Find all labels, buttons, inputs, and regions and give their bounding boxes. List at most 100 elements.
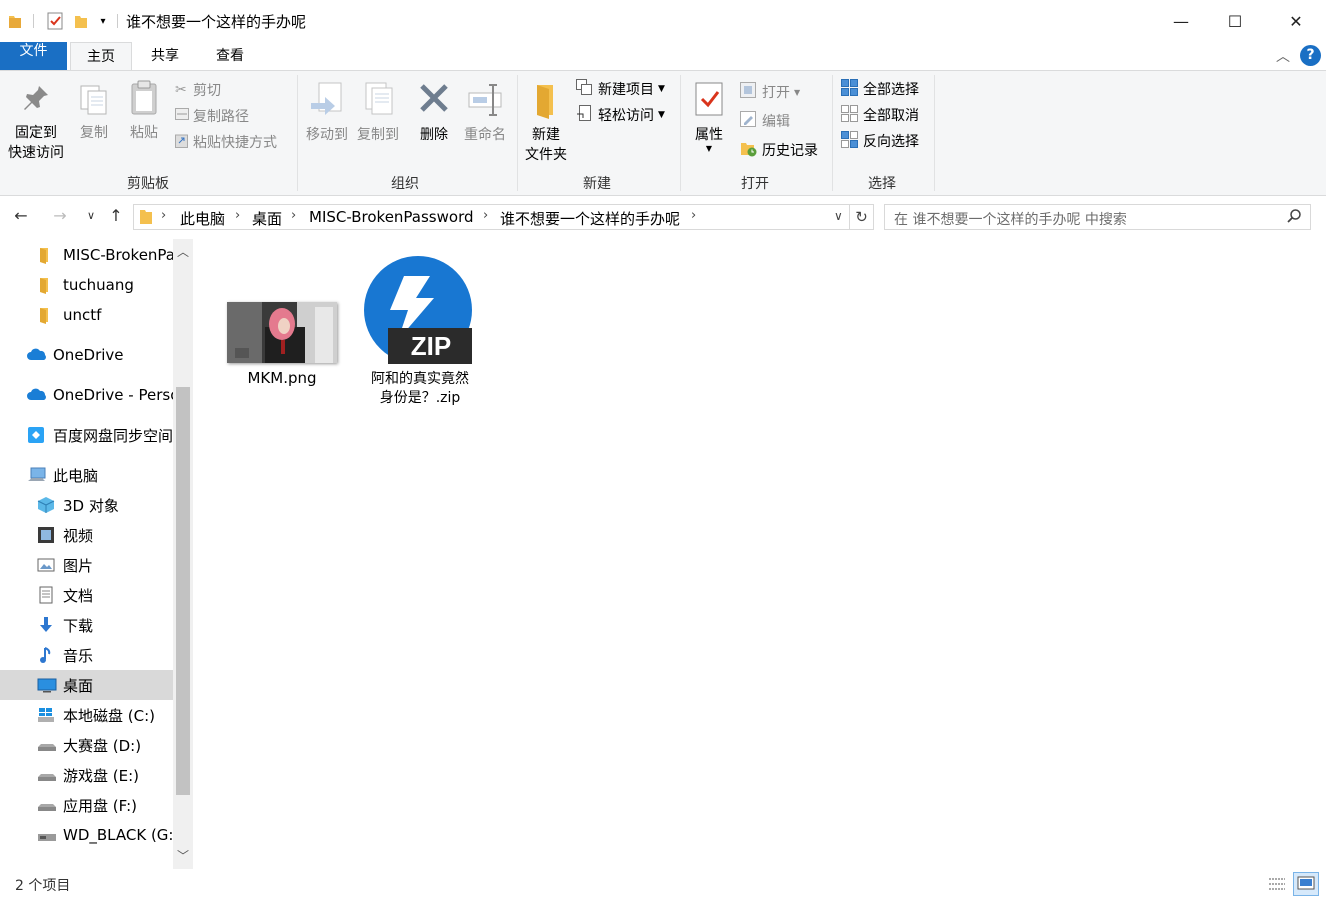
nav-item-drive-e[interactable]: 游戏盘 (E:) xyxy=(0,760,173,790)
properties-icon xyxy=(695,82,723,116)
videos-icon xyxy=(37,526,55,544)
edit-button[interactable]: 编辑 xyxy=(740,110,790,132)
tab-view[interactable]: 查看 xyxy=(200,42,260,70)
delete-button[interactable]: 删除 xyxy=(413,81,455,145)
forward-button[interactable]: → xyxy=(49,205,71,227)
up-button[interactable]: ↑ xyxy=(105,205,127,227)
recent-locations-button[interactable]: ∨ xyxy=(80,205,102,227)
nav-item-tuchuang[interactable]: tuchuang xyxy=(0,270,173,300)
paste-shortcut-button[interactable]: 粘贴快捷方式 xyxy=(175,131,277,153)
new-item-button[interactable]: 新建项目 ▼ xyxy=(576,78,665,100)
tab-share[interactable]: 共享 xyxy=(136,42,194,70)
history-button[interactable]: 历史记录 xyxy=(740,139,818,161)
copy-to-button[interactable]: 复制到 xyxy=(353,81,403,145)
open-icon xyxy=(740,82,762,102)
nav-label: OneDrive xyxy=(53,346,124,364)
nav-item-baidu-netdisk[interactable]: 百度网盘同步空间 xyxy=(0,420,173,450)
paste-button[interactable]: 粘贴 xyxy=(123,79,165,143)
refresh-button[interactable]: ↻ xyxy=(849,204,874,230)
rename-label: 重命名 xyxy=(464,127,506,143)
pin-to-quick-access-button[interactable]: 固定到 快速访问 xyxy=(4,83,68,163)
select-none-label: 全部取消 xyxy=(863,108,919,124)
address-bar[interactable]: › 此电脑 › 桌面 › MISC-BrokenPassword › 谁不想要一… xyxy=(133,204,850,230)
new-folder-button[interactable]: 新建 文件夹 xyxy=(522,81,570,165)
copy-label: 复制 xyxy=(80,125,108,141)
copy-button[interactable]: 复制 xyxy=(74,83,114,143)
window-title: 谁不想要一个这样的手办呢 xyxy=(126,13,307,31)
nav-item-drive-f[interactable]: 应用盘 (F:) xyxy=(0,790,173,820)
file-item-mkm-png[interactable]: MKM.png xyxy=(223,299,341,388)
nav-label: OneDrive - Personal xyxy=(53,386,173,404)
nav-scrollbar-thumb[interactable] xyxy=(176,387,190,795)
music-icon xyxy=(37,646,55,664)
move-to-button[interactable]: 移动到 xyxy=(302,81,352,145)
breadcrumb-separator: › xyxy=(483,208,489,223)
back-button[interactable]: ← xyxy=(10,205,32,227)
nav-item-3d-objects[interactable]: 3D 对象 xyxy=(0,490,173,520)
scroll-up-icon[interactable]: ︿ xyxy=(177,243,189,260)
select-none-button[interactable]: 全部取消 xyxy=(841,104,919,126)
new-folder-icon[interactable] xyxy=(70,10,92,32)
close-button[interactable]: ✕ xyxy=(1267,0,1325,42)
nav-item-misc-brokenpassword[interactable]: MISC-BrokenPassword xyxy=(0,240,173,270)
chevron-down-icon: ▼ xyxy=(794,87,801,97)
help-icon[interactable]: ? xyxy=(1300,45,1321,66)
open-button[interactable]: 打开 ▼ xyxy=(740,81,800,103)
collapse-ribbon-icon[interactable]: ︿ xyxy=(1276,46,1290,66)
nav-item-this-pc[interactable]: 此电脑 xyxy=(0,460,173,490)
nav-item-drive-c[interactable]: 本地磁盘 (C:) xyxy=(0,700,173,730)
details-view-icon[interactable] xyxy=(1267,874,1287,894)
breadcrumb-desktop[interactable]: 桌面 xyxy=(252,208,282,229)
nav-item-music[interactable]: 音乐 xyxy=(0,640,173,670)
breadcrumb-misc-brokenpassword[interactable]: MISC-BrokenPassword xyxy=(309,208,474,226)
nav-label: 百度网盘同步空间 xyxy=(53,426,173,445)
nav-item-videos[interactable]: 视频 xyxy=(0,520,173,550)
onedrive-icon xyxy=(27,386,46,404)
chevron-down-icon: ▼ xyxy=(658,84,665,94)
file-item-zip[interactable]: ZIP 阿和的真实竟然 身份是？.zip xyxy=(358,256,482,408)
breadcrumb-separator: › xyxy=(691,208,697,223)
nav-item-documents[interactable]: 文档 xyxy=(0,580,173,610)
easy-access-button[interactable]: 轻松访问 ▼ xyxy=(576,104,665,126)
rename-button[interactable]: 重命名 xyxy=(460,81,510,145)
copy-path-button[interactable]: 复制路径 xyxy=(175,105,249,127)
nav-item-drive-d[interactable]: 大赛盘 (D:) xyxy=(0,730,173,760)
nav-item-unctf[interactable]: unctf xyxy=(0,300,173,330)
pin-icon xyxy=(24,86,48,110)
minimize-button[interactable]: — xyxy=(1152,0,1210,42)
search-input[interactable]: 在 谁不想要一个这样的手办呢 中搜索 xyxy=(884,204,1311,230)
title-bar: ▾ 谁不想要一个这样的手办呢 — ☐ ✕ xyxy=(0,0,1326,42)
tab-home[interactable]: 主页 xyxy=(70,42,132,72)
properties-button[interactable]: 属性 ▼ xyxy=(688,81,730,153)
nav-item-pictures[interactable]: 图片 xyxy=(0,550,173,580)
properties-icon[interactable] xyxy=(44,10,66,32)
new-folder-label-2: 文件夹 xyxy=(525,147,567,163)
copy-icon xyxy=(80,85,107,115)
nav-item-drive-g[interactable]: WD_BLACK (G:) xyxy=(0,820,173,850)
large-icons-view-icon[interactable] xyxy=(1293,872,1319,896)
move-to-label: 移动到 xyxy=(306,127,348,143)
breadcrumb-this-pc[interactable]: 此电脑 xyxy=(180,208,225,229)
breadcrumb-separator: › xyxy=(235,208,241,223)
nav-label: 游戏盘 (E:) xyxy=(63,766,140,785)
image-thumbnail xyxy=(227,302,337,363)
nav-item-downloads[interactable]: 下载 xyxy=(0,610,173,640)
invert-selection-button[interactable]: 反向选择 xyxy=(841,130,919,152)
clipboard-group-label: 剪贴板 xyxy=(127,176,169,192)
tab-file[interactable]: 文件 xyxy=(0,42,67,70)
address-dropdown-icon[interactable]: ∨ xyxy=(834,209,843,223)
cut-button[interactable]: ✂ 剪切 xyxy=(175,79,221,101)
paste-shortcut-icon xyxy=(175,133,193,152)
customize-quick-access-icon[interactable]: ▾ xyxy=(95,10,111,32)
select-all-button[interactable]: 全部选择 xyxy=(841,78,919,100)
breadcrumb-current-folder[interactable]: 谁不想要一个这样的手办呢 xyxy=(500,208,680,229)
folder-icon xyxy=(6,10,24,32)
nav-item-onedrive-personal[interactable]: OneDrive - Personal xyxy=(0,380,173,410)
maximize-button[interactable]: ☐ xyxy=(1206,0,1264,42)
select-all-label: 全部选择 xyxy=(863,82,919,98)
3d-objects-icon xyxy=(37,496,55,514)
nav-item-onedrive[interactable]: OneDrive xyxy=(0,340,173,370)
zip-file-icon: ZIP xyxy=(364,256,476,368)
nav-item-desktop[interactable]: 桌面 xyxy=(0,670,173,700)
scroll-down-icon[interactable]: ﹀ xyxy=(177,847,189,864)
